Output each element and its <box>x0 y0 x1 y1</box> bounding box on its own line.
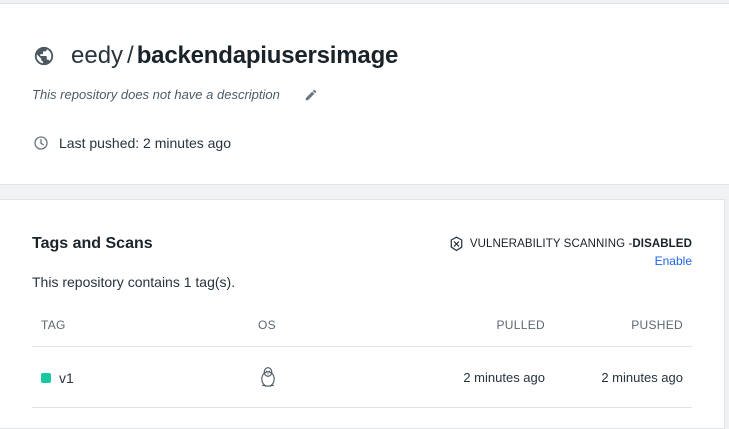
column-header-pulled[interactable]: PULLED <box>497 318 546 332</box>
tags-and-scans-card: Tags and Scans VULNERABILITY SCANNING - … <box>0 199 725 429</box>
edit-pencil-icon[interactable] <box>304 88 318 102</box>
description-text: This repository does not have a descript… <box>32 87 280 102</box>
shield-x-icon <box>449 236 464 252</box>
tag-count-text: This repository contains 1 tag(s). <box>32 274 236 290</box>
title-separator: / <box>127 42 134 69</box>
repository-name: backendapiusersimage <box>136 42 399 69</box>
column-header-os: OS <box>258 318 276 332</box>
tags-table-header: TAG OS PULLED PUSHED <box>32 307 692 347</box>
column-header-pushed[interactable]: PUSHED <box>631 318 683 332</box>
last-pushed-text: Last pushed: 2 minutes ago <box>59 135 232 151</box>
tags-section-title: Tags and Scans <box>32 235 153 252</box>
enable-scanning-link[interactable]: Enable <box>655 254 692 268</box>
vulnerability-scanning-status: VULNERABILITY SCANNING - DISABLED <box>449 236 692 252</box>
pulled-time: 2 minutes ago <box>463 370 545 385</box>
globe-icon <box>33 45 55 67</box>
tag-name-link[interactable]: v1 <box>59 370 74 386</box>
column-header-tag[interactable]: TAG <box>41 318 66 332</box>
linux-tux-icon <box>259 366 277 388</box>
last-pushed-info: Last pushed: 2 minutes ago <box>33 135 231 151</box>
table-row: v1 2 minutes ago 2 minutes ago <box>32 348 692 408</box>
vuln-scanning-state: DISABLED <box>632 238 692 250</box>
tag-status-dot <box>41 373 51 383</box>
repository-header-card: eedy / backendapiusersimage This reposit… <box>0 3 729 185</box>
repository-namespace[interactable]: eedy <box>71 40 123 72</box>
pushed-time: 2 minutes ago <box>601 370 683 385</box>
repository-description: This repository does not have a descript… <box>32 87 318 102</box>
clock-icon <box>33 135 49 151</box>
vuln-scanning-label: VULNERABILITY SCANNING - <box>469 238 633 250</box>
repository-title: eedy / backendapiusersimage <box>33 40 398 72</box>
tag-cell: v1 <box>41 370 74 386</box>
